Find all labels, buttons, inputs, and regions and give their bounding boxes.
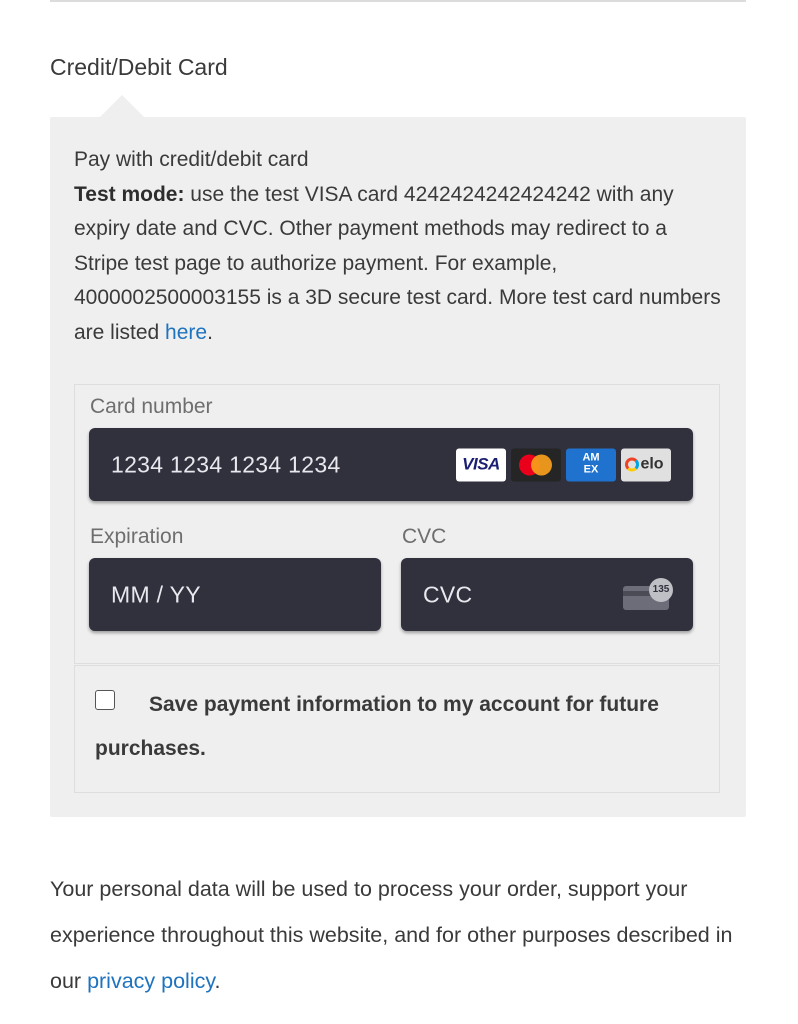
payment-description: Pay with credit/debit card Test mode: us…: [74, 143, 724, 350]
expiration-input[interactable]: MM / YY: [89, 558, 381, 631]
payment-box: Pay with credit/debit card Test mode: us…: [50, 95, 746, 817]
expiration-label: Expiration: [90, 525, 184, 548]
test-mode-label: Test mode:: [74, 182, 185, 206]
privacy-policy-link[interactable]: privacy policy: [87, 969, 214, 993]
cvc-input[interactable]: CVC 135: [401, 558, 693, 631]
test-mode-text: use the test VISA card 4242424242424242 …: [74, 182, 721, 344]
stripe-card-form: Card number 1234 1234 1234 1234 VISA AM E…: [74, 384, 720, 664]
amex-icon: AM EX: [566, 448, 616, 481]
card-number-label: Card number: [90, 395, 213, 418]
mastercard-icon: [511, 448, 561, 481]
cvc-placeholder: CVC: [423, 581, 473, 607]
card-number-input[interactable]: 1234 1234 1234 1234 VISA AM EX elo: [89, 428, 693, 501]
payment-intro: Pay with credit/debit card: [74, 148, 309, 171]
elo-icon: elo: [621, 448, 671, 481]
privacy-notice: Your personal data will be used to proce…: [50, 866, 750, 1004]
test-cards-link[interactable]: here: [165, 321, 207, 344]
visa-icon: VISA: [456, 448, 506, 481]
card-brands: VISA AM EX elo: [456, 448, 671, 481]
cvc-card-icon: 135: [623, 577, 673, 612]
save-payment-label[interactable]: Save payment information to my account f…: [95, 683, 685, 771]
top-divider: [50, 0, 746, 2]
expiration-placeholder: MM / YY: [111, 581, 201, 607]
test-mode-note: Test mode: use the test VISA card 424242…: [74, 178, 724, 351]
payment-method-title: Credit/Debit Card: [50, 54, 228, 80]
cvc-label: CVC: [402, 525, 447, 548]
save-payment-section: Save payment information to my account f…: [74, 665, 720, 793]
card-number-placeholder: 1234 1234 1234 1234: [111, 451, 341, 477]
privacy-period: .: [214, 969, 221, 993]
test-mode-period: .: [207, 320, 213, 344]
